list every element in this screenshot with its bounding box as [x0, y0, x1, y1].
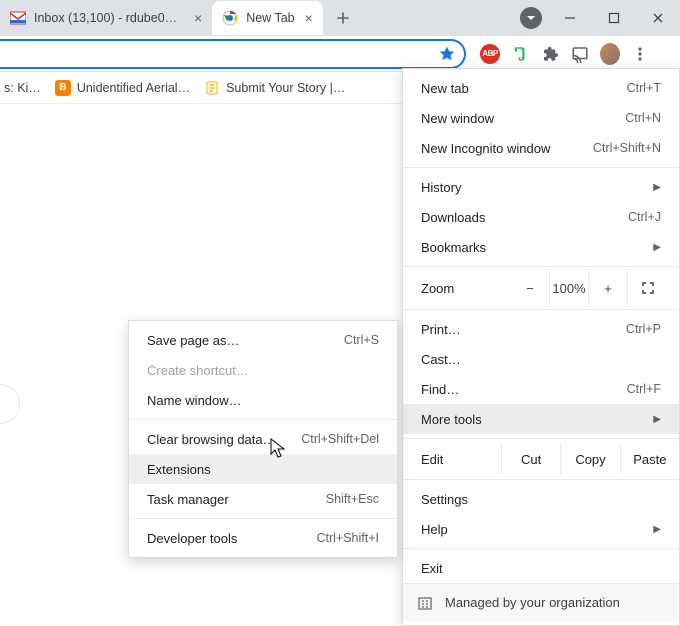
- cast-icon[interactable]: [570, 44, 590, 64]
- zoom-in-button[interactable]: +: [588, 271, 627, 305]
- menu-item-print[interactable]: Print… Ctrl+P: [403, 314, 679, 344]
- separator: [403, 479, 679, 480]
- menu-item-edit: Edit Cut Copy Paste: [403, 443, 679, 475]
- evernote-icon[interactable]: [510, 44, 530, 64]
- separator: [129, 518, 397, 519]
- tab-strip: Inbox (13,100) - rdube02@ × New Tab ×: [0, 0, 680, 36]
- submenu-item-dev-tools[interactable]: Developer tools Ctrl+Shift+I: [129, 523, 397, 553]
- window-controls: [514, 0, 680, 36]
- zoom-out-button[interactable]: −: [511, 271, 549, 305]
- menu-item-settings[interactable]: Settings: [403, 484, 679, 514]
- separator: [129, 419, 397, 420]
- menu-item-zoom: Zoom − 100% +: [403, 271, 679, 305]
- menu-item-bookmarks[interactable]: Bookmarks ▶: [403, 232, 679, 262]
- blogger-icon: B: [55, 80, 71, 96]
- separator: [403, 266, 679, 267]
- minimize-button[interactable]: [548, 0, 592, 36]
- chevron-right-icon: ▶: [653, 524, 661, 535]
- close-window-button[interactable]: [636, 0, 680, 36]
- close-icon[interactable]: ×: [194, 10, 202, 26]
- menu-item-history[interactable]: History ▶: [403, 172, 679, 202]
- menu-item-help[interactable]: Help ▶: [403, 514, 679, 544]
- chrome-icon: [222, 10, 238, 26]
- menu-item-exit[interactable]: Exit: [403, 553, 679, 583]
- decorative-shape: [0, 384, 20, 424]
- submenu-item-task-manager[interactable]: Task manager Shift+Esc: [129, 484, 397, 514]
- toolbar: ABP: [0, 36, 680, 72]
- chevron-right-icon: ▶: [653, 242, 661, 253]
- chevron-right-icon: ▶: [653, 414, 661, 425]
- menu-item-cast[interactable]: Cast…: [403, 344, 679, 374]
- account-switcher-icon[interactable]: [520, 7, 542, 29]
- bookmark-star-icon[interactable]: [438, 45, 456, 63]
- submenu-item-clear-data[interactable]: Clear browsing data… Ctrl+Shift+Del: [129, 424, 397, 454]
- edit-paste-button[interactable]: Paste: [620, 443, 679, 475]
- tab-new[interactable]: New Tab ×: [212, 1, 323, 35]
- profile-avatar[interactable]: [600, 44, 620, 64]
- chrome-menu-button[interactable]: [630, 44, 650, 64]
- menu-item-more-tools[interactable]: More tools ▶: [403, 404, 679, 434]
- separator: [403, 438, 679, 439]
- menu-item-new-window[interactable]: New window Ctrl+N: [403, 103, 679, 133]
- edit-cut-button[interactable]: Cut: [501, 443, 560, 475]
- bookmark-item[interactable]: s: Ki…: [4, 81, 41, 95]
- adblock-icon[interactable]: ABP: [480, 44, 500, 64]
- toolbar-icons: ABP: [466, 44, 660, 64]
- jotform-icon: [204, 80, 220, 96]
- separator: [403, 309, 679, 310]
- close-icon[interactable]: ×: [305, 10, 313, 26]
- fullscreen-button[interactable]: [627, 271, 667, 305]
- tab-title: Inbox (13,100) - rdube02@: [34, 11, 184, 25]
- separator: [403, 167, 679, 168]
- bookmark-label: Submit Your Story |…: [226, 81, 345, 95]
- menu-item-managed[interactable]: Managed by your organization: [403, 583, 679, 621]
- menu-item-new-tab[interactable]: New tab Ctrl+T: [403, 73, 679, 103]
- address-bar[interactable]: [0, 39, 466, 69]
- menu-item-find[interactable]: Find… Ctrl+F: [403, 374, 679, 404]
- new-tab-button[interactable]: [329, 4, 357, 32]
- organization-icon: [417, 595, 433, 611]
- separator: [403, 548, 679, 549]
- chevron-right-icon: ▶: [653, 182, 661, 193]
- bookmark-item[interactable]: Submit Your Story |…: [204, 80, 345, 96]
- maximize-button[interactable]: [592, 0, 636, 36]
- zoom-level: 100%: [549, 271, 588, 305]
- gmail-icon: [10, 10, 26, 26]
- submenu-item-extensions[interactable]: Extensions: [129, 454, 397, 484]
- submenu-item-save-page[interactable]: Save page as… Ctrl+S: [129, 325, 397, 355]
- tab-inbox[interactable]: Inbox (13,100) - rdube02@ ×: [0, 1, 212, 35]
- chrome-menu: New tab Ctrl+T New window Ctrl+N New Inc…: [402, 68, 680, 626]
- submenu-item-create-shortcut: Create shortcut…: [129, 355, 397, 385]
- bookmark-item[interactable]: B Unidentified Aerial…: [55, 80, 190, 96]
- bookmark-label: Unidentified Aerial…: [77, 81, 190, 95]
- submenu-item-name-window[interactable]: Name window…: [129, 385, 397, 415]
- menu-item-downloads[interactable]: Downloads Ctrl+J: [403, 202, 679, 232]
- tab-title: New Tab: [246, 11, 294, 25]
- edit-copy-button[interactable]: Copy: [560, 443, 619, 475]
- more-tools-submenu: Save page as… Ctrl+S Create shortcut… Na…: [128, 320, 398, 558]
- menu-item-new-incognito[interactable]: New Incognito window Ctrl+Shift+N: [403, 133, 679, 163]
- extensions-icon[interactable]: [540, 44, 560, 64]
- bookmark-label: s: Ki…: [4, 81, 41, 95]
